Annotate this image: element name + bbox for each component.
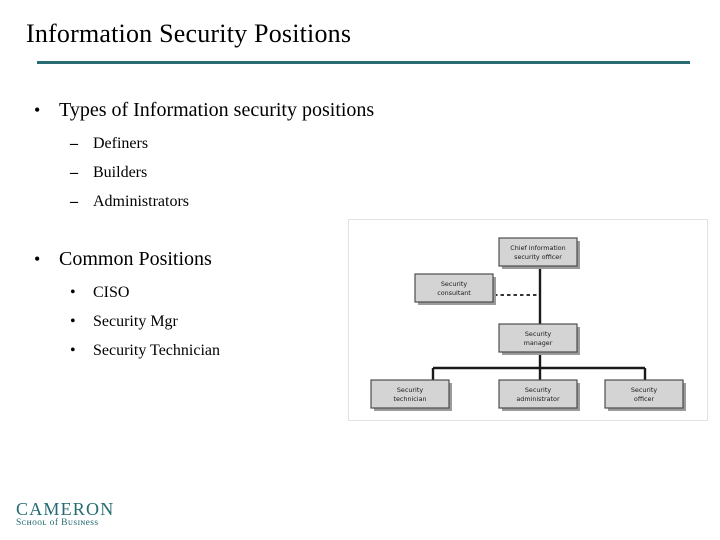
sub-bullet-security-mgr: • Security Mgr <box>70 307 178 336</box>
sub-bullet-text: Security Technician <box>93 342 220 359</box>
node-label-administrator-line1: Security <box>525 386 551 394</box>
sub-bullet-text: Definers <box>93 135 149 152</box>
bullet-common-positions: • Common Positions <box>34 246 212 272</box>
node-box-manager <box>498 323 578 353</box>
sub-bullet-security-technician: • Security Technician <box>70 336 220 365</box>
node-box-officer <box>604 379 684 409</box>
bullet-marker: • <box>70 284 76 301</box>
bullet-text: Types of Information security positions <box>59 99 375 121</box>
bullet-marker: • <box>34 100 41 120</box>
bullet-text: Common Positions <box>59 248 212 270</box>
node-label-technician-line1: Security <box>397 386 423 394</box>
bullet-marker: • <box>34 249 41 269</box>
logo-secondary-text: Sᴄʜooʟ of Bᴜѕɪɴеѕѕ <box>16 518 99 528</box>
node-label-officer-line1: Security <box>631 386 657 394</box>
node-box-administrator <box>498 379 578 409</box>
bullet-marker: – <box>70 135 78 152</box>
bullet-marker: – <box>70 193 78 210</box>
org-chart-figure: Chief information security officer Secur… <box>348 219 708 421</box>
sub-bullet-text: Administrators <box>93 193 189 210</box>
cameron-school-of-business-logo: CAMERON Sᴄʜooʟ of Bᴜѕɪɴеѕѕ <box>16 500 114 529</box>
sub-bullet-ciso: • CISO <box>70 278 129 307</box>
bullet-types-of-positions: • Types of Information security position… <box>34 97 374 123</box>
node-label-consultant-line1: Security <box>441 280 467 288</box>
org-chart-svg: Chief information security officer Secur… <box>370 237 686 411</box>
bullet-marker: • <box>70 313 76 330</box>
sub-bullet-builders: – Builders <box>70 158 147 187</box>
node-box-consultant <box>414 273 494 303</box>
node-label-ciso-line2: security officer <box>514 253 562 261</box>
node-box-technician <box>370 379 450 409</box>
node-label-administrator-line2: administrator <box>516 395 560 403</box>
page-title: Information Security Positions <box>26 19 352 48</box>
node-label-manager-line1: Security <box>525 330 551 338</box>
bullet-marker: • <box>70 342 76 359</box>
node-label-ciso-line1: Chief information <box>510 244 565 252</box>
bullet-marker: – <box>70 164 78 181</box>
node-box-ciso <box>498 237 578 267</box>
logo-primary-text: CAMERON <box>16 499 115 519</box>
org-chart-boxes <box>370 237 684 409</box>
title-divider <box>37 61 690 64</box>
node-label-officer-line2: officer <box>634 395 655 403</box>
sub-bullet-administrators: – Administrators <box>70 187 189 216</box>
sub-bullet-definers: – Definers <box>70 129 148 158</box>
node-label-manager-line2: manager <box>524 339 553 347</box>
sub-bullet-text: Builders <box>93 164 148 181</box>
sub-bullet-text: CISO <box>93 284 130 301</box>
node-label-technician-line2: technician <box>393 395 426 403</box>
node-label-consultant-line2: consultant <box>437 289 471 297</box>
sub-bullet-text: Security Mgr <box>93 313 178 330</box>
